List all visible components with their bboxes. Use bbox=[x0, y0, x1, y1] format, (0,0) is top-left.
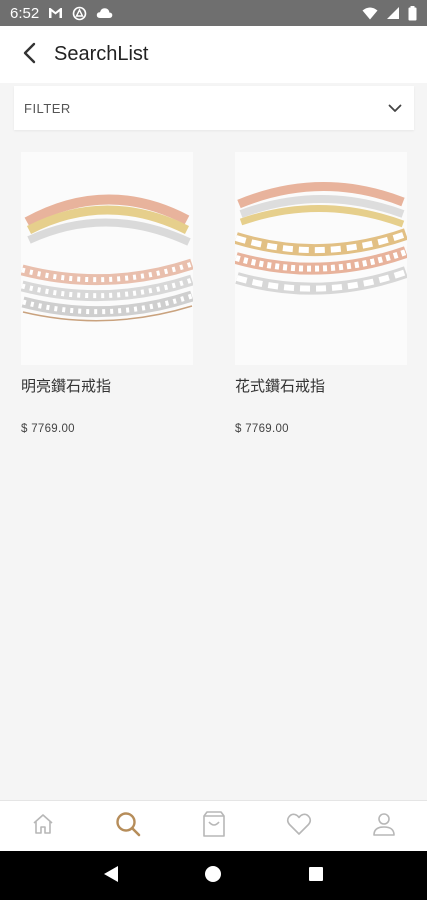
product-card[interactable]: 明亮鑽石戒指 $ 7769.00 bbox=[21, 152, 193, 435]
system-recents-button[interactable] bbox=[296, 856, 336, 896]
home-icon bbox=[31, 812, 55, 840]
chevron-left-icon bbox=[22, 42, 36, 68]
bottom-nav bbox=[0, 800, 427, 851]
square-recents-icon bbox=[308, 866, 324, 886]
gmail-icon bbox=[48, 7, 63, 19]
product-card[interactable]: 花式鑽石戒指 $ 7769.00 bbox=[235, 152, 407, 435]
nav-profile[interactable] bbox=[342, 801, 427, 851]
battery-icon bbox=[408, 5, 417, 21]
product-price: $ 7769.00 bbox=[21, 423, 75, 435]
product-image bbox=[21, 152, 193, 365]
nav-wishlist[interactable] bbox=[256, 801, 341, 851]
cloud-icon bbox=[96, 7, 113, 19]
product-name: 明亮鑽石戒指 bbox=[21, 377, 112, 395]
circle-home-icon bbox=[204, 865, 222, 887]
wifi-icon bbox=[362, 7, 378, 20]
triangle-back-icon bbox=[103, 865, 119, 887]
product-price: $ 7769.00 bbox=[235, 423, 289, 435]
filter-label: FILTER bbox=[24, 100, 71, 116]
back-button[interactable] bbox=[22, 41, 50, 69]
system-nav-bar bbox=[0, 851, 427, 900]
signal-icon bbox=[386, 6, 400, 20]
heart-icon bbox=[286, 812, 312, 840]
shopping-bag-icon bbox=[201, 810, 227, 842]
nav-cart[interactable] bbox=[171, 801, 256, 851]
nav-home[interactable] bbox=[0, 801, 85, 851]
system-back-button[interactable] bbox=[91, 856, 131, 896]
system-home-button[interactable] bbox=[193, 856, 233, 896]
product-name: 花式鑽石戒指 bbox=[235, 377, 326, 395]
status-time: 6:52 bbox=[10, 4, 40, 22]
product-image bbox=[235, 152, 407, 365]
filter-dropdown[interactable]: FILTER bbox=[14, 86, 414, 130]
page-title: SearchList bbox=[54, 43, 149, 65]
status-bar: 6:52 bbox=[0, 0, 427, 26]
nav-search[interactable] bbox=[85, 801, 170, 851]
chevron-down-icon bbox=[388, 104, 402, 113]
app-header: SearchList bbox=[0, 26, 427, 83]
search-icon bbox=[114, 810, 142, 842]
vpn-icon bbox=[72, 6, 87, 21]
user-icon bbox=[372, 811, 396, 841]
